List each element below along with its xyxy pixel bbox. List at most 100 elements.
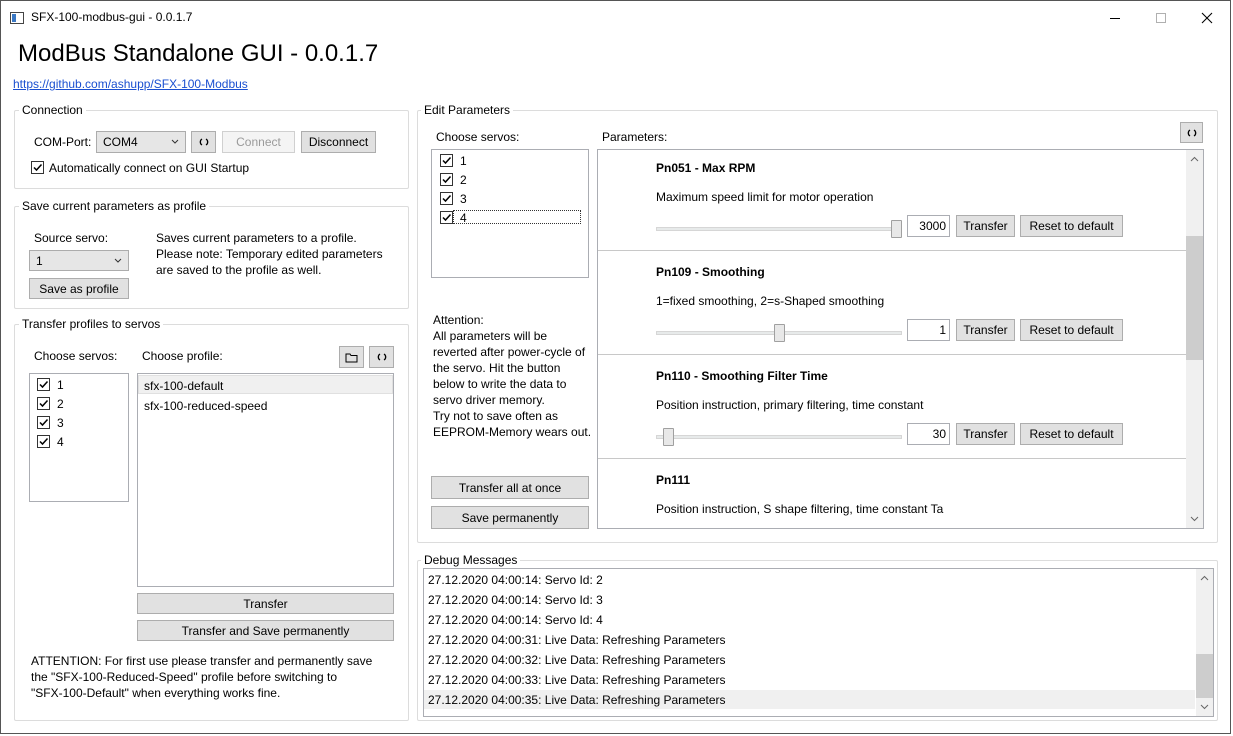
- debug-message[interactable]: 27.12.2020 04:00:35: Live Data: Refreshi…: [428, 693, 726, 707]
- parameter-scrollbar-thumb[interactable]: [1186, 236, 1203, 360]
- debug-scrollbar[interactable]: [1196, 569, 1213, 716]
- debug-message[interactable]: 27.12.2020 04:00:14: Servo Id: 4: [428, 613, 603, 627]
- refresh-profiles-button[interactable]: [369, 346, 394, 368]
- parameter-transfer-button[interactable]: Transfer: [956, 215, 1015, 237]
- save-note-line3: are saved to the profile as well.: [156, 263, 322, 277]
- minimize-button[interactable]: [1092, 2, 1138, 34]
- open-folder-button[interactable]: [339, 346, 364, 368]
- parameter-reset-button[interactable]: Reset to default: [1020, 423, 1123, 445]
- tp-choose-servos-label: Choose servos:: [34, 349, 118, 363]
- ep-servo-3-checkbox[interactable]: [440, 192, 453, 205]
- source-servo-select[interactable]: 1: [29, 250, 129, 271]
- debug-legend: Debug Messages: [421, 553, 521, 567]
- ep-servo-3-label: 3: [460, 192, 467, 206]
- com-port-value: COM4: [103, 135, 138, 149]
- parameter-slider-track[interactable]: [656, 227, 902, 231]
- parameter-value-input[interactable]: 3000: [907, 215, 950, 237]
- parameter-name: Pn109 - Smoothing: [656, 265, 765, 279]
- tp-attention-line1: ATTENTION: For first use please transfer…: [31, 654, 373, 668]
- parameter-value-input[interactable]: 30: [907, 423, 950, 445]
- ep-servo-1-label: 1: [460, 154, 467, 168]
- auto-connect-checkbox[interactable]: [31, 161, 44, 174]
- folder-icon: [345, 353, 358, 362]
- ep-attention-line: All parameters will be: [433, 329, 548, 343]
- parameter-reset-button[interactable]: Reset to default: [1020, 319, 1123, 341]
- tp-servo-2-checkbox[interactable]: [37, 397, 50, 410]
- tp-servo-3-label: 3: [57, 416, 64, 430]
- parameter-transfer-button[interactable]: Transfer: [956, 319, 1015, 341]
- ep-servo-1-checkbox[interactable]: [440, 154, 453, 167]
- checkmark-icon: [442, 156, 452, 165]
- refresh-icon: [1187, 128, 1196, 137]
- parameter-row: Pn051 - Max RPM Maximum speed limit for m…: [598, 150, 1186, 254]
- chevron-up-icon: [1200, 575, 1209, 581]
- refresh-parameters-button[interactable]: [1180, 122, 1203, 143]
- chevron-down-icon: [171, 139, 179, 144]
- tp-servo-1-label: 1: [57, 378, 64, 392]
- debug-message[interactable]: 27.12.2020 04:00:14: Servo Id: 3: [428, 593, 603, 607]
- ep-attention-line: the servo. Hit the button: [433, 361, 561, 375]
- parameter-slider-thumb[interactable]: [774, 324, 785, 342]
- transfer-save-button[interactable]: Transfer and Save permanently: [137, 620, 394, 641]
- checkmark-icon: [442, 175, 452, 184]
- debug-message[interactable]: 27.12.2020 04:00:32: Live Data: Refreshi…: [428, 653, 726, 667]
- profile-list-item[interactable]: sfx-100-default: [144, 379, 223, 393]
- parameter-transfer-button[interactable]: Transfer: [956, 423, 1015, 445]
- save-permanently-button[interactable]: Save permanently: [431, 506, 589, 529]
- checkmark-icon: [39, 380, 49, 389]
- tp-servo-1-checkbox[interactable]: [37, 378, 50, 391]
- debug-scrollbar-thumb[interactable]: [1196, 654, 1213, 698]
- parameter-name: Pn110 - Smoothing Filter Time: [656, 369, 828, 383]
- disconnect-button[interactable]: Disconnect: [301, 131, 376, 153]
- refresh-icon: [199, 138, 208, 146]
- auto-connect-label: Automatically connect on GUI Startup: [49, 161, 250, 175]
- ep-attention-line: Attention:: [433, 313, 484, 327]
- window-title: SFX-100-modbus-gui - 0.0.1.7: [31, 10, 193, 24]
- checkmark-icon: [39, 399, 49, 408]
- connect-button[interactable]: Connect: [222, 131, 295, 153]
- close-button[interactable]: [1184, 2, 1230, 34]
- maximize-button[interactable]: [1138, 2, 1184, 34]
- ep-servo-4-checkbox[interactable]: [440, 211, 453, 224]
- transfer-all-button[interactable]: Transfer all at once: [431, 476, 589, 499]
- parameter-description: Maximum speed limit for motor operation: [656, 190, 874, 204]
- tp-servo-4-checkbox[interactable]: [37, 435, 50, 448]
- checkmark-icon: [39, 437, 49, 446]
- ep-attention-line: below to write the data to: [433, 377, 567, 391]
- save-note-line1: Saves current parameters to a profile.: [156, 231, 357, 245]
- parameters-label: Parameters:: [602, 130, 668, 144]
- debug-message[interactable]: 27.12.2020 04:00:33: Live Data: Refreshi…: [428, 673, 726, 687]
- minimize-icon: [1110, 18, 1120, 19]
- refresh-ports-button[interactable]: [191, 131, 216, 153]
- profile-list-item[interactable]: sfx-100-reduced-speed: [144, 399, 267, 413]
- ep-choose-servos-label: Choose servos:: [436, 130, 520, 144]
- ep-attention-line: Try not to save often as: [433, 409, 558, 423]
- ep-servo-2-checkbox[interactable]: [440, 173, 453, 186]
- page-title: ModBus Standalone GUI - 0.0.1.7: [18, 40, 379, 67]
- checkmark-icon: [442, 194, 452, 203]
- parameter-slider-track[interactable]: [656, 435, 902, 439]
- checkmark-icon: [39, 418, 49, 427]
- title-bar[interactable]: SFX-100-modbus-gui - 0.0.1.7: [1, 1, 1230, 34]
- maximize-icon: [1156, 13, 1166, 23]
- com-port-label: COM-Port:: [34, 135, 92, 149]
- source-servo-value: 1: [36, 253, 43, 268]
- checkmark-icon: [33, 163, 43, 172]
- save-as-profile-button[interactable]: Save as profile: [29, 278, 129, 299]
- com-port-select[interactable]: COM4: [96, 131, 186, 153]
- parameter-slider-thumb[interactable]: [891, 220, 902, 238]
- github-link[interactable]: https://github.com/ashupp/SFX-100-Modbus: [13, 77, 248, 91]
- debug-message[interactable]: 27.12.2020 04:00:14: Servo Id: 2: [428, 573, 603, 587]
- chevron-up-icon: [1190, 156, 1199, 162]
- debug-message[interactable]: 27.12.2020 04:00:31: Live Data: Refreshi…: [428, 633, 726, 647]
- transfer-button[interactable]: Transfer: [137, 593, 394, 614]
- parameter-reset-button[interactable]: Reset to default: [1020, 215, 1123, 237]
- parameter-row: Pn111 Position instruction, S shape filte…: [598, 462, 1186, 528]
- focus-rect: [453, 210, 581, 224]
- parameter-slider-thumb[interactable]: [663, 428, 674, 446]
- parameter-scrollbar[interactable]: [1186, 150, 1203, 528]
- ep-attention-line: reverted after power-cycle of: [433, 345, 586, 359]
- parameter-value-input[interactable]: 1: [907, 319, 950, 341]
- parameter-row-separator: [598, 250, 1186, 251]
- tp-servo-3-checkbox[interactable]: [37, 416, 50, 429]
